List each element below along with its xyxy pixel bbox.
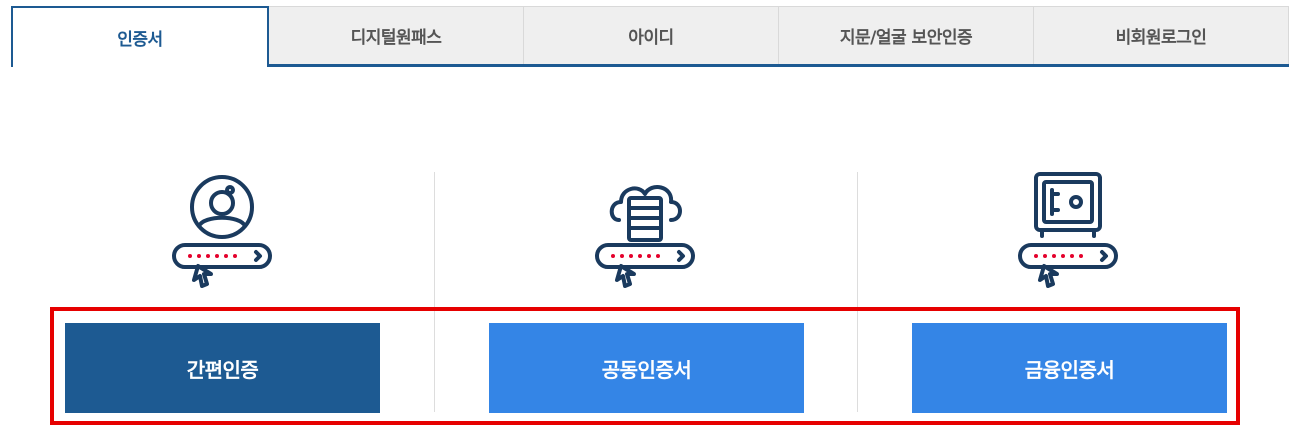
financial-certificate-button[interactable]: 금융인증서 (912, 323, 1227, 413)
login-method-tabs: 인증서 디지털원패스 아이디 지문/얼굴 보안인증 비회원로그인 (11, 6, 1289, 67)
tab-id[interactable]: 아이디 (524, 6, 779, 64)
safe-key-icon (1012, 170, 1124, 294)
tab-digital-onepass[interactable]: 디지털원패스 (269, 6, 524, 64)
joint-certificate-button[interactable]: 공동인증서 (489, 323, 804, 413)
tab-biometric[interactable]: 지문/얼굴 보안인증 (779, 6, 1034, 64)
user-key-icon (166, 170, 278, 294)
column-divider (857, 172, 858, 412)
cloud-server-key-icon (589, 170, 701, 294)
tab-guest-login[interactable]: 비회원로그인 (1034, 6, 1289, 64)
tab-certificate[interactable]: 인증서 (11, 6, 269, 67)
column-divider (434, 172, 435, 412)
simple-auth-button[interactable]: 간편인증 (65, 323, 380, 413)
